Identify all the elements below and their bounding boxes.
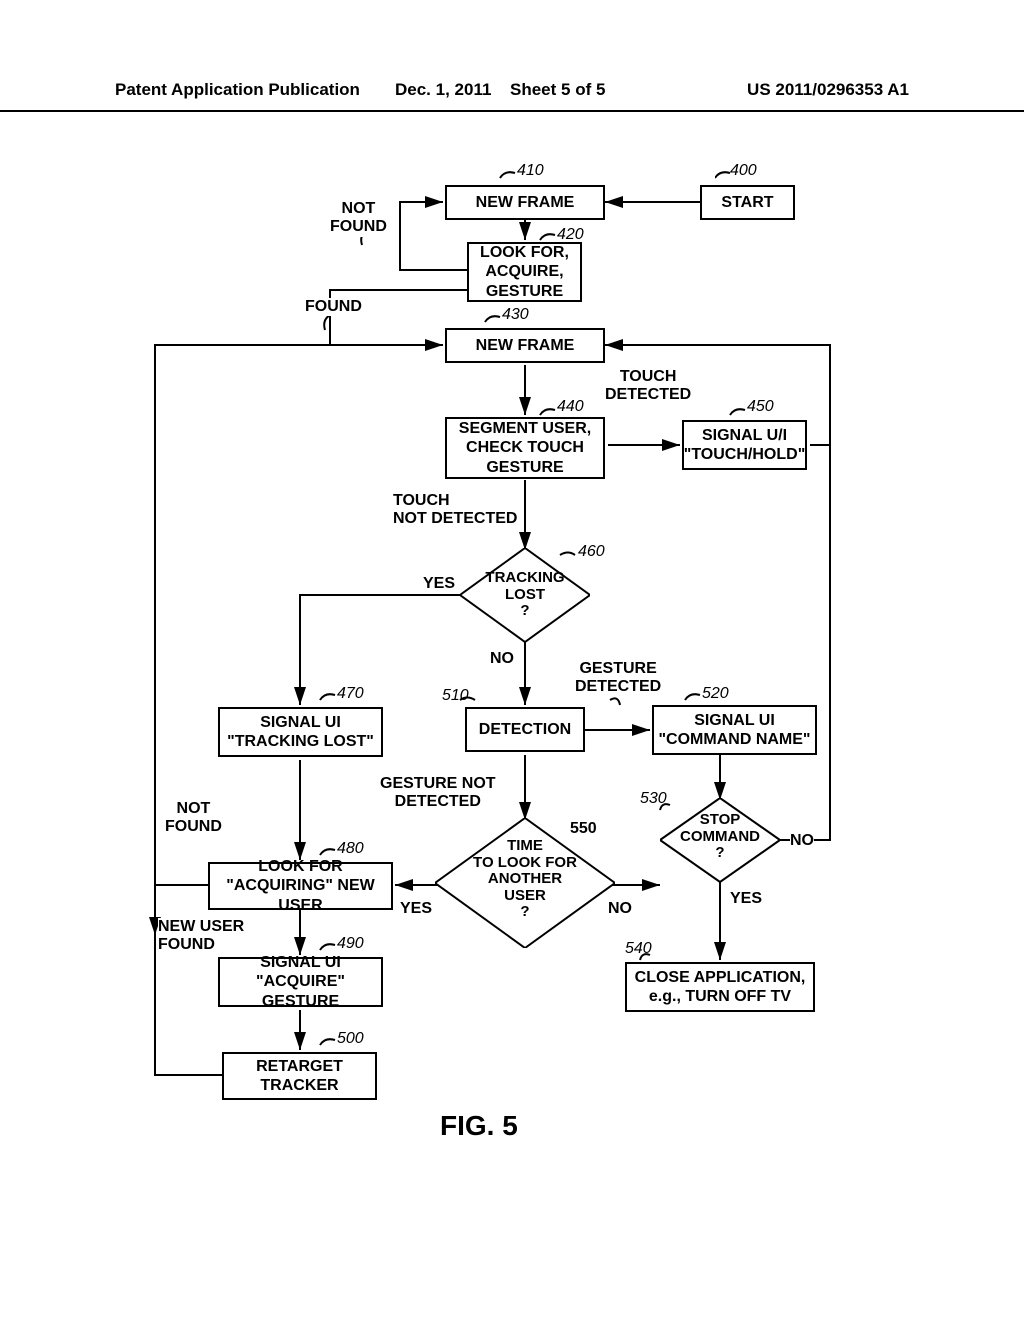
node-490-text: SIGNAL UI "ACQUIRE" GESTURE xyxy=(224,953,377,1011)
ref-540: 540 xyxy=(625,940,652,958)
node-segment-user: SEGMENT USER, CHECK TOUCH GESTURE xyxy=(445,417,605,479)
ref-510: 510 xyxy=(442,687,469,705)
label-no-460: NO xyxy=(490,650,514,668)
ref-420: 420 xyxy=(557,226,584,244)
node-detection: DETECTION xyxy=(465,707,585,752)
node-530-text: STOP COMMAND ? xyxy=(660,812,780,862)
label-not-found: NOT FOUND xyxy=(330,200,387,237)
node-500-text: RETARGET TRACKER xyxy=(256,1057,343,1095)
header-sheet: Sheet 5 of 5 xyxy=(510,80,605,100)
node-start: START xyxy=(700,185,795,220)
node-look-for-new-user: LOOK FOR "ACQUIRING" NEW USER xyxy=(208,862,393,910)
page-header: Patent Application Publication Dec. 1, 2… xyxy=(0,80,1024,112)
ref-hook-icon xyxy=(715,164,735,184)
header-date: Dec. 1, 2011 xyxy=(395,80,491,100)
label-yes-550: YES xyxy=(400,900,432,918)
label-found: FOUND xyxy=(305,298,362,316)
label-touch-not-detected: TOUCH NOT DETECTED xyxy=(393,492,517,529)
ref-470: 470 xyxy=(337,685,364,703)
node-410-text: NEW FRAME xyxy=(476,193,575,212)
node-510-text: DETECTION xyxy=(479,720,571,739)
ref-450: 450 xyxy=(747,398,774,416)
node-550-text: TIME TO LOOK FOR ANOTHER USER ? xyxy=(435,838,615,921)
figure-label: FIG. 5 xyxy=(440,1110,518,1142)
node-signal-acquire-gesture: SIGNAL UI "ACQUIRE" GESTURE xyxy=(218,957,383,1007)
label-not-found-480: NOT FOUND xyxy=(165,800,222,837)
node-430-text: NEW FRAME xyxy=(476,336,575,355)
ref-490: 490 xyxy=(337,935,364,953)
node-460-text: TRACKING LOST ? xyxy=(460,570,590,620)
label-gesture-detected: GESTURE DETECTED xyxy=(575,660,661,697)
header-pubnum: US 2011/0296353 A1 xyxy=(747,80,909,100)
node-close-application: CLOSE APPLICATION, e.g., TURN OFF TV xyxy=(625,962,815,1012)
node-520-text: SIGNAL UI "COMMAND NAME" xyxy=(658,711,810,749)
ref-520: 520 xyxy=(702,685,729,703)
node-new-frame-1: NEW FRAME xyxy=(445,185,605,220)
node-new-frame-2: NEW FRAME xyxy=(445,328,605,363)
node-450-text: SIGNAL U/I "TOUCH/HOLD" xyxy=(684,426,806,464)
node-420-text: LOOK FOR, ACQUIRE, GESTURE xyxy=(480,243,569,301)
ref-430: 430 xyxy=(502,306,529,324)
label-no-550: NO xyxy=(608,900,632,918)
node-signal-tracking-lost: SIGNAL UI "TRACKING LOST" xyxy=(218,707,383,757)
node-look-for-acquire: LOOK FOR, ACQUIRE, GESTURE xyxy=(467,242,582,302)
label-no-530: NO xyxy=(790,832,814,850)
connector-svg xyxy=(0,140,1024,1240)
node-470-text: SIGNAL UI "TRACKING LOST" xyxy=(227,713,374,751)
header-left: Patent Application Publication xyxy=(115,80,360,100)
node-480-text: LOOK FOR "ACQUIRING" NEW USER xyxy=(214,857,387,915)
node-retarget-tracker: RETARGET TRACKER xyxy=(222,1052,377,1100)
flowchart-diagram: START 400 NEW FRAME 410 LOOK FOR, ACQUIR… xyxy=(0,140,1024,1240)
label-touch-detected: TOUCH DETECTED xyxy=(605,368,691,405)
ref-480: 480 xyxy=(337,840,364,858)
node-signal-touch-hold: SIGNAL U/I "TOUCH/HOLD" xyxy=(682,420,807,470)
node-signal-command-name: SIGNAL UI "COMMAND NAME" xyxy=(652,705,817,755)
node-start-text: START xyxy=(721,193,773,212)
label-new-user-found: NEW USER FOUND xyxy=(158,918,244,955)
ref-550: 550 xyxy=(570,820,597,838)
label-yes-530: YES xyxy=(730,890,762,908)
ref-460: 460 xyxy=(578,543,605,561)
node-440-text: SEGMENT USER, CHECK TOUCH GESTURE xyxy=(459,419,591,477)
label-gesture-not-detected: GESTURE NOT DETECTED xyxy=(380,775,496,812)
ref-530: 530 xyxy=(640,790,667,808)
ref-410: 410 xyxy=(517,162,544,180)
node-540-text: CLOSE APPLICATION, e.g., TURN OFF TV xyxy=(635,968,806,1006)
ref-500: 500 xyxy=(337,1030,364,1048)
ref-440: 440 xyxy=(557,398,584,416)
label-yes-460: YES xyxy=(423,575,455,593)
